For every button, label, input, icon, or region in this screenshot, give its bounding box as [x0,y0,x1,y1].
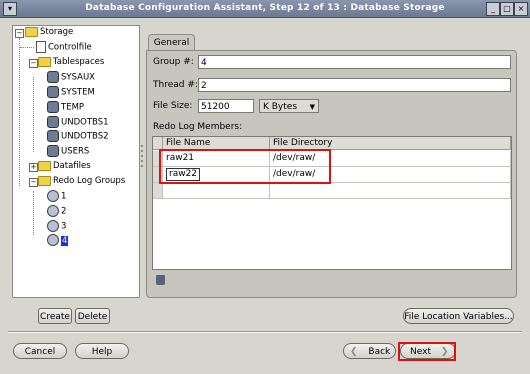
folder-icon [25,26,38,37]
tablespace-icon [47,145,59,157]
trash-icon[interactable] [156,275,165,285]
file-location-variables-button[interactable]: File Location Variables... [403,308,514,324]
chevron-down-icon: ▼ [309,103,315,111]
tree-item-tablespace[interactable]: UNDOTBS2 [47,130,109,143]
redo-group-icon [47,220,59,232]
tree-item-datafiles[interactable]: Datafiles [38,160,91,173]
tablespace-icon [47,101,59,113]
title-bar: ▾ Database Configuration Assistant, Step… [0,0,530,18]
collapse-redo-log-groups-icon[interactable]: − [29,178,38,187]
file-size-field[interactable]: 51200 [198,99,254,113]
folder-icon [38,175,51,186]
tree-item-redo-group[interactable]: 3 [47,220,66,233]
folder-icon [38,160,51,171]
thread-label: Thread #: [153,80,198,90]
highlight-box [159,149,331,184]
maximize-button[interactable]: □ [500,2,514,16]
tree-item-tablespaces[interactable]: Tablespaces [38,56,104,69]
close-button[interactable]: × [514,2,528,16]
group-label: Group #: [153,57,194,67]
divider [8,331,522,333]
redo-group-icon [47,205,59,217]
tablespace-icon [47,130,59,142]
delete-button[interactable]: Delete [75,308,110,324]
help-button[interactable]: Help [75,343,129,359]
size-unit-select[interactable]: K Bytes ▼ [259,99,319,113]
file-size-label: File Size: [153,101,193,111]
redo-members-label: Redo Log Members: [153,122,243,132]
tree-item-tablespace[interactable]: TEMP [47,101,84,114]
folder-icon [38,56,51,67]
back-arrow-icon: ❮ [350,347,358,357]
tablespace-icon [47,71,59,83]
expand-datafiles-icon[interactable]: + [29,163,38,172]
tree-item-storage[interactable]: Storage [25,26,73,39]
thread-field[interactable]: 2 [198,78,511,92]
minimize-button[interactable]: _ [486,2,500,16]
table-row[interactable] [153,183,511,199]
tree-item-controlfile[interactable]: Controlfile [36,41,92,54]
tree-item-redo-group[interactable]: 1 [47,190,66,203]
tablespace-icon [47,86,59,98]
storage-tree[interactable]: − Storage Controlfile − Tablespaces SYSA… [12,25,140,298]
collapse-tablespaces-icon[interactable]: − [29,59,38,68]
create-button[interactable]: Create [38,308,72,324]
document-icon [36,41,46,53]
collapse-storage-icon[interactable]: − [15,29,24,38]
tree-item-tablespace[interactable]: SYSTEM [47,86,95,99]
panel-splitter[interactable] [139,25,145,296]
tree-item-tablespace[interactable]: USERS [47,145,89,158]
tree-item-redo-log-groups[interactable]: Redo Log Groups [38,175,125,188]
tablespace-icon [47,116,59,128]
next-highlight-box [398,342,456,361]
back-button[interactable]: ❮ Back [343,343,396,359]
tab-general[interactable]: General [148,34,195,51]
tree-item-tablespace[interactable]: SYSAUX [47,71,95,84]
window-title: Database Configuration Assistant, Step 1… [85,3,445,13]
tree-item-redo-group-selected[interactable]: 4 [47,234,69,247]
tree-item-tablespace[interactable]: UNDOTBS1 [47,116,109,129]
group-field[interactable]: 4 [198,55,511,69]
tree-item-redo-group[interactable]: 2 [47,205,66,218]
cancel-button[interactable]: Cancel [13,343,67,359]
redo-group-icon [47,190,59,202]
redo-group-icon [47,234,59,246]
